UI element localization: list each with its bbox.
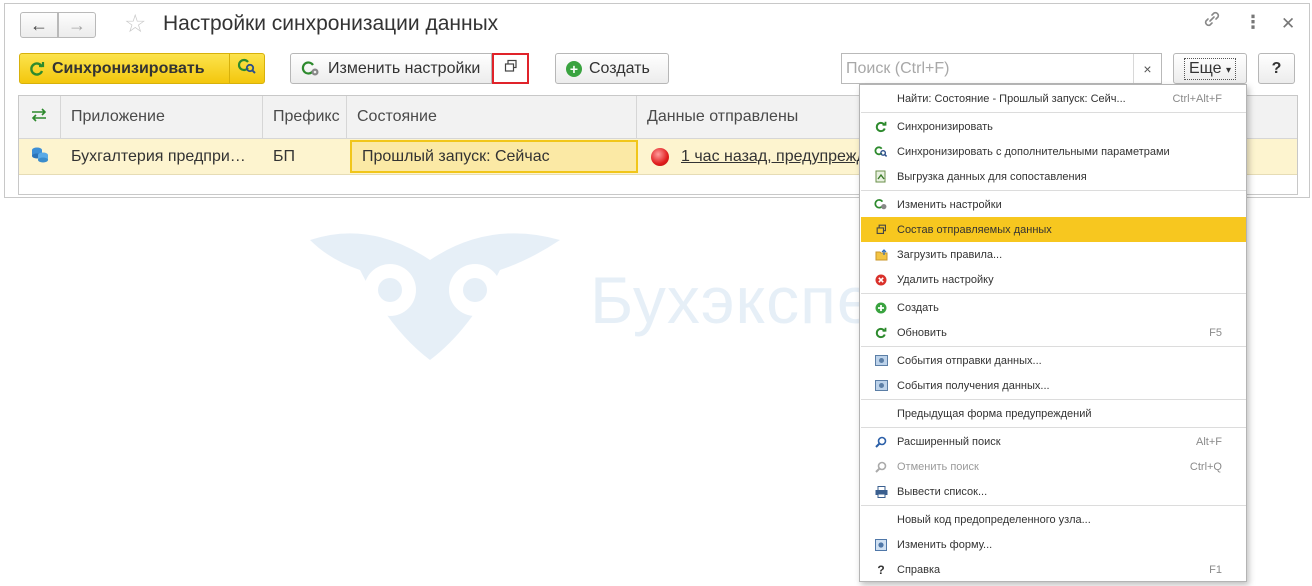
menu-item-refresh[interactable]: Обновить F5 bbox=[861, 320, 1246, 345]
cell-prefix: БП bbox=[273, 147, 295, 165]
menu-item-previous-warnings[interactable]: Предыдущая форма предупреждений bbox=[861, 401, 1246, 426]
arrow-left-icon: ← bbox=[30, 14, 48, 35]
link-icon[interactable] bbox=[1202, 9, 1222, 35]
search-clear-button[interactable]: × bbox=[1133, 54, 1161, 83]
search-input[interactable] bbox=[842, 54, 1132, 83]
refresh-icon bbox=[874, 326, 888, 340]
search-icon bbox=[874, 435, 888, 449]
column-header-state[interactable]: Состояние bbox=[347, 96, 637, 138]
menu-item-export-mapping[interactable]: Выгрузка данных для сопоставления bbox=[861, 164, 1246, 189]
menu-item-data-composition[interactable]: Состав отправляемых данных bbox=[861, 217, 1246, 242]
sent-link[interactable]: 1 час назад, предупрежд bbox=[681, 148, 866, 166]
menu-item-send-events[interactable]: События отправки данных... bbox=[861, 348, 1246, 373]
menu-item-help[interactable]: ? Справка F1 bbox=[861, 557, 1246, 582]
composition-icon bbox=[504, 59, 518, 78]
settings-sync-icon bbox=[874, 198, 888, 212]
menu-separator bbox=[861, 112, 1246, 113]
page-title: Настройки синхронизации данных bbox=[163, 12, 499, 35]
more-dropdown-menu: Найти: Состояние - Прошлый запуск: Сейч.… bbox=[859, 84, 1247, 582]
help-icon: ? bbox=[877, 562, 885, 577]
favorite-star-icon[interactable]: ☆ bbox=[124, 9, 146, 39]
delete-icon bbox=[874, 273, 888, 287]
more-button[interactable]: Еще ▾ bbox=[1173, 53, 1247, 84]
arrows-swap-icon bbox=[29, 107, 49, 128]
settings-sync-icon bbox=[301, 60, 321, 78]
menu-separator bbox=[861, 346, 1246, 347]
edit-settings-label: Изменить настройки bbox=[328, 59, 481, 77]
menu-item-sync-advanced[interactable]: Синхронизировать с дополнительными парам… bbox=[861, 139, 1246, 164]
row-type-cell bbox=[19, 139, 61, 174]
menu-item-output-list[interactable]: Вывести список... bbox=[861, 479, 1246, 504]
menu-separator bbox=[861, 427, 1246, 428]
cell-app: Бухгалтерия предпри… bbox=[71, 147, 246, 165]
menu-item-find[interactable]: Найти: Состояние - Прошлый запуск: Сейч.… bbox=[861, 86, 1246, 111]
menu-item-sync[interactable]: Синхронизировать bbox=[861, 114, 1246, 139]
plus-icon: + bbox=[566, 60, 582, 77]
sync-advanced-button[interactable] bbox=[229, 53, 265, 84]
more-button-label: Еще bbox=[1188, 59, 1222, 77]
menu-item-new-node-code[interactable]: Новый код предопределенного узла... bbox=[861, 507, 1246, 532]
menu-item-advanced-search[interactable]: Расширенный поиск Alt+F bbox=[861, 429, 1246, 454]
database-icon bbox=[30, 145, 50, 168]
form-icon bbox=[874, 538, 888, 552]
search-cancel-icon bbox=[874, 460, 888, 474]
cell-sent: 1 час назад, предупрежд bbox=[641, 139, 871, 174]
composition-icon bbox=[874, 223, 888, 237]
composition-button[interactable] bbox=[492, 53, 529, 84]
sync-icon bbox=[874, 120, 888, 134]
menu-separator bbox=[861, 293, 1246, 294]
owl-logo-icon bbox=[310, 233, 560, 360]
dropdown-arrow-icon: ▾ bbox=[1225, 64, 1232, 76]
printer-icon bbox=[874, 485, 888, 499]
plus-icon bbox=[874, 301, 888, 315]
create-button[interactable]: + Создать bbox=[555, 53, 669, 84]
log-icon bbox=[874, 354, 888, 368]
more-vertical-icon[interactable]: ⋮ bbox=[1244, 12, 1262, 33]
arrow-right-icon: → bbox=[68, 14, 86, 35]
folder-upload-icon bbox=[874, 248, 888, 262]
search-box[interactable]: × bbox=[841, 53, 1162, 84]
menu-item-load-rules[interactable]: Загрузить правила... bbox=[861, 242, 1246, 267]
sync-icon bbox=[29, 61, 45, 77]
sync-advanced-icon bbox=[874, 145, 888, 159]
cell-state[interactable]: Прошлый запуск: Сейчас bbox=[350, 140, 638, 173]
sync-advanced-icon bbox=[237, 57, 257, 80]
log-icon bbox=[874, 379, 888, 393]
create-button-label: Создать bbox=[589, 59, 650, 77]
menu-separator bbox=[861, 190, 1246, 191]
help-button[interactable]: ? bbox=[1258, 53, 1295, 84]
close-icon[interactable]: ✕ bbox=[1281, 14, 1295, 34]
menu-item-create[interactable]: Создать bbox=[861, 295, 1246, 320]
menu-item-cancel-search[interactable]: Отменить поиск Ctrl+Q bbox=[861, 454, 1246, 479]
menu-item-change-form[interactable]: Изменить форму... bbox=[861, 532, 1246, 557]
edit-settings-button[interactable]: Изменить настройки bbox=[290, 53, 492, 84]
column-header-prefix[interactable]: Префикс bbox=[263, 96, 347, 138]
warning-status-icon bbox=[651, 147, 669, 166]
menu-separator bbox=[861, 505, 1246, 506]
menu-item-receive-events[interactable]: События получения данных... bbox=[861, 373, 1246, 398]
sync-button-label: Синхронизировать bbox=[52, 59, 205, 77]
sync-direction-header[interactable] bbox=[19, 96, 61, 138]
export-icon bbox=[874, 170, 888, 184]
menu-item-edit-settings[interactable]: Изменить настройки bbox=[861, 192, 1246, 217]
column-header-app[interactable]: Приложение bbox=[61, 96, 263, 138]
menu-item-delete-setting[interactable]: Удалить настройку bbox=[861, 267, 1246, 292]
sync-button[interactable]: Синхронизировать bbox=[19, 53, 230, 84]
forward-button[interactable]: → bbox=[58, 12, 96, 38]
menu-separator bbox=[861, 399, 1246, 400]
back-button[interactable]: ← bbox=[20, 12, 58, 38]
